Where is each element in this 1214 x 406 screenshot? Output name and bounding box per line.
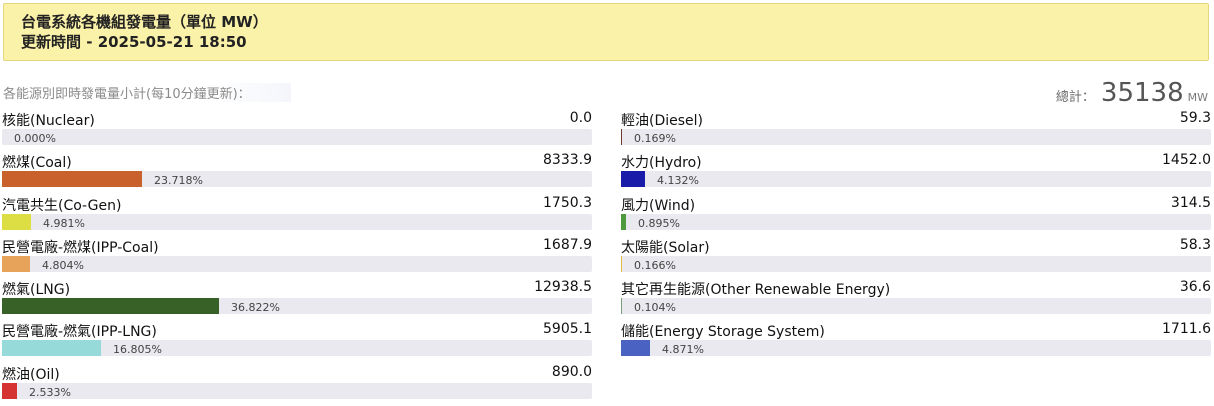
energy-row-nuclear: 核能(Nuclear) 0.0 0.000% [2,110,592,152]
energy-label: 核能(Nuclear) [2,113,95,129]
share-bar-fill [2,340,101,357]
page-title: 台電系統各機組發電量（單位 MW） [21,13,268,31]
share-bar-fill [2,382,17,399]
share-percent: 4.871% [662,343,704,357]
share-percent: 0.169% [634,132,676,145]
energy-value: 5905.1 [543,321,592,338]
share-percent: 4.132% [657,174,699,188]
share-bar-fill [621,298,622,315]
energy-label: 水力(Hydro) [621,155,702,172]
share-bar-fill [621,213,626,230]
share-percent: 4.804% [42,258,84,272]
energy-value: 58.3 [1179,236,1211,253]
energy-value: 314.5 [1170,194,1211,211]
energy-value: 890.0 [551,363,592,380]
header-banner: 台電系統各機組發電量（單位 MW） 更新時間 - 2025-05-21 18:5… [3,3,1209,61]
energy-label: 汽電共生(Co-Gen) [2,197,122,214]
energy-value: 1711.6 [1162,321,1211,338]
energy-row-lng: 燃氣(LNG) 12938.5 36.822% [2,279,592,321]
total-value: 35138 [1100,78,1184,108]
share-bar-fill [2,298,219,315]
energy-label: 太陽能(Solar) [621,239,710,256]
share-percent: 0.895% [638,216,680,230]
energy-value: 1687.9 [543,236,592,253]
share-bar-fill [2,213,31,230]
share-percent: 36.822% [231,301,280,315]
subtotal-caption: 各能源別即時發電量小計(每10分鐘更新)： [3,83,291,102]
energy-row-storage: 儲能(Energy Storage System) 1711.6 4.871% [621,321,1211,363]
energy-value: 0.0 [569,110,592,126]
share-percent: 0.166% [634,258,676,272]
energy-row-coal: 燃煤(Coal) 8333.9 23.718% [2,152,592,194]
share-percent: 16.805% [113,343,162,357]
share-bar-fill [621,129,622,145]
share-bar-fill [621,255,622,272]
share-percent: 23.718% [154,174,203,188]
energy-list-left: 核能(Nuclear) 0.0 0.000% 燃煤(Coal) 8333.9 23.718… [2,110,592,406]
energy-list-right: 輕油(Diesel) 59.3 0.169% 水力(Hydro) 1452.0 4.132… [621,110,1211,364]
energy-label: 燃氣(LNG) [2,282,71,299]
energy-label: 燃煤(Coal) [2,155,72,172]
energy-value: 1452.0 [1162,152,1211,169]
energy-row-hydro: 水力(Hydro) 1452.0 4.132% [621,152,1211,194]
energy-label: 輕油(Diesel) [621,113,704,129]
energy-value: 8333.9 [543,152,592,169]
energy-label: 民營電廠-燃氣(IPP-LNG) [2,324,157,341]
share-percent: 4.981% [43,216,85,230]
share-bar-track [621,298,1211,315]
energy-row-cogen: 汽電共生(Co-Gen) 1750.3 4.981% [2,195,592,237]
share-bar-track [621,255,1211,272]
share-bar-track [2,298,592,315]
share-bar-track [2,255,592,272]
share-bar-track [2,213,592,230]
share-bar-track [621,213,1211,230]
energy-value: 12938.5 [534,279,592,296]
share-bar-fill [621,340,650,357]
energy-label: 燃油(Oil) [2,366,60,383]
share-bar-track [2,171,592,188]
update-label: 更新時間 [21,33,82,51]
share-bar-fill [2,171,142,188]
energy-label: 儲能(Energy Storage System) [621,324,825,341]
total-label: 總計： [1055,90,1095,105]
share-bar-fill [2,255,30,272]
total-unit: MW [1187,91,1208,104]
energy-row-wind: 風力(Wind) 314.5 0.895% [621,195,1211,237]
share-percent: 0.000% [14,132,56,145]
energy-value: 36.6 [1179,279,1211,296]
share-bar-track [621,340,1211,357]
energy-row-diesel: 輕油(Diesel) 59.3 0.169% [621,110,1211,152]
update-time: 2025-05-21 18:50 [97,33,247,51]
energy-row-oil: 燃油(Oil) 890.0 2.533% [2,364,592,406]
energy-label: 其它再生能源(Other Renewable Energy) [621,282,891,299]
update-time-line: 更新時間 - 2025-05-21 18:50 [21,33,247,51]
energy-row-ipp-coal: 民營電廠-燃煤(IPP-Coal) 1687.9 4.804% [2,237,592,279]
energy-label: 民營電廠-燃煤(IPP-Coal) [2,239,159,256]
share-bar-track [621,171,1211,188]
energy-value: 59.3 [1179,110,1211,126]
share-bar-track [2,129,592,145]
share-percent: 0.104% [634,301,676,315]
share-percent: 2.533% [29,385,71,399]
energy-row-solar: 太陽能(Solar) 58.3 0.166% [621,237,1211,279]
energy-row-other-renewable: 其它再生能源(Other Renewable Energy) 36.6 0.104% [621,279,1211,321]
total-readout: 總計： 35138 MW [1056,78,1208,108]
share-bar-track [2,340,592,357]
share-bar-fill [621,171,645,188]
energy-value: 1750.3 [543,194,592,211]
share-bar-track [621,129,1211,145]
share-bar-track [2,382,592,399]
energy-label: 風力(Wind) [621,197,696,214]
energy-row-ipp-lng: 民營電廠-燃氣(IPP-LNG) 5905.1 16.805% [2,321,592,363]
